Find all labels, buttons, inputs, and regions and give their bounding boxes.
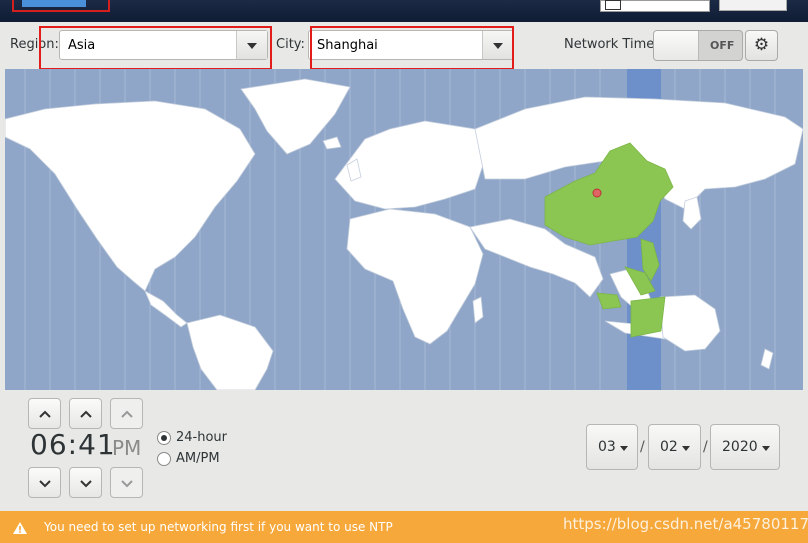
- date-separator: /: [640, 439, 645, 455]
- switch-state-label: OFF: [710, 39, 735, 52]
- radio-ampm-label[interactable]: AM/PM: [176, 451, 220, 466]
- keyboard-icon: [605, 0, 621, 10]
- day-dropdown[interactable]: 02: [648, 424, 701, 470]
- ampm-value: PM: [112, 436, 142, 460]
- radio-24-hour[interactable]: [157, 431, 171, 445]
- chevron-up-icon: [121, 410, 133, 418]
- annotation-highlight-region: [39, 26, 272, 70]
- ampm-up-button[interactable]: [110, 398, 143, 429]
- radio-ampm[interactable]: [157, 452, 171, 466]
- time-display: 06:41: [30, 428, 116, 461]
- date-separator: /: [703, 439, 708, 455]
- radio-24-hour-label[interactable]: 24-hour: [176, 430, 227, 445]
- location-pin-icon: [592, 188, 602, 198]
- ntp-settings-button[interactable]: ⚙: [745, 30, 778, 61]
- network-time-label: Network Time: [564, 37, 655, 52]
- chevron-down-icon: [682, 446, 690, 451]
- city-label: City:: [276, 37, 305, 52]
- annotation-highlight-city: [310, 26, 514, 70]
- chevron-down-icon: [80, 480, 92, 488]
- month-dropdown[interactable]: 03: [586, 424, 638, 470]
- warning-icon: [13, 522, 27, 534]
- ampm-down-button[interactable]: [110, 467, 143, 498]
- hours-value: 06: [30, 428, 68, 461]
- hour-up-button[interactable]: [28, 398, 61, 429]
- switch-knob[interactable]: [654, 31, 699, 60]
- time-separator: :: [67, 428, 79, 461]
- help-button[interactable]: [719, 0, 787, 11]
- chevron-down-icon: [121, 480, 133, 488]
- watermark: https://blog.csdn.net/a457801170: [563, 515, 808, 533]
- minute-down-button[interactable]: [69, 467, 102, 498]
- gear-icon: ⚙: [753, 35, 770, 55]
- chevron-down-icon: [762, 446, 770, 451]
- world-map: [5, 69, 803, 390]
- warning-message: You need to set up networking first if y…: [44, 520, 393, 534]
- minutes-value: 41: [78, 428, 116, 461]
- chevron-up-icon: [80, 410, 92, 418]
- minute-up-button[interactable]: [69, 398, 102, 429]
- annotation-highlight: [12, 0, 110, 12]
- chevron-down-icon: [39, 480, 51, 488]
- network-time-switch[interactable]: OFF: [653, 30, 743, 61]
- chevron-up-icon: [39, 410, 51, 418]
- month-value: 03: [598, 439, 616, 455]
- day-value: 02: [660, 439, 678, 455]
- year-value: 2020: [722, 439, 758, 455]
- year-dropdown[interactable]: 2020: [710, 424, 780, 470]
- chevron-down-icon: [620, 446, 628, 451]
- hour-down-button[interactable]: [28, 467, 61, 498]
- timezone-map[interactable]: [5, 69, 803, 390]
